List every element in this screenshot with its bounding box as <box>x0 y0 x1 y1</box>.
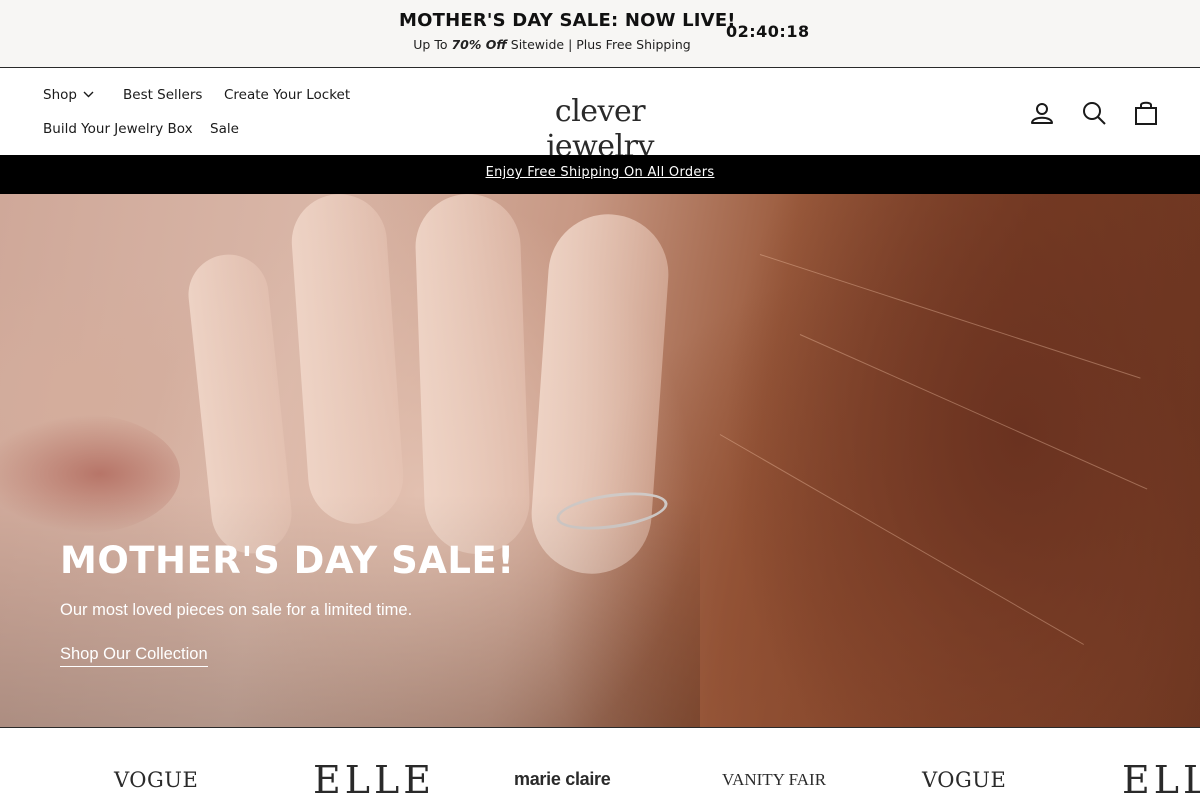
nav-shop[interactable]: Shop <box>43 87 94 103</box>
press-logos-strip: VOGUE ELLE marie claire VANITY FAIR VOGU… <box>0 727 1200 800</box>
nav-best-sellers[interactable]: Best Sellers <box>123 87 202 103</box>
nav-build-jewelry-box[interactable]: Build Your Jewelry Box <box>43 121 193 137</box>
hero-title: MOTHER'S DAY SALE! <box>60 539 515 582</box>
user-icon[interactable] <box>1029 100 1055 126</box>
chevron-down-icon <box>83 86 94 102</box>
announcement-title: MOTHER'S DAY SALE: NOW LIVE! <box>399 10 736 31</box>
hero-banner: MOTHER'S DAY SALE! Our most loved pieces… <box>0 194 1200 727</box>
announcement-subtitle: Up To 70% Off Sitewide | Plus Free Shipp… <box>399 37 705 52</box>
press-logo-vogue: VOGUE <box>922 768 1007 792</box>
press-logo-vogue: VOGUE <box>114 768 199 792</box>
site-header: Shop Best Sellers Create Your Locket Bui… <box>0 68 1200 164</box>
announcement-sub-suffix: Sitewide | Plus Free Shipping <box>506 37 691 52</box>
nav-sale[interactable]: Sale <box>210 121 239 137</box>
hero-image-finger <box>288 194 407 527</box>
nav-shop-label: Shop <box>43 87 77 103</box>
shipping-banner: Enjoy Free Shipping On All Orders <box>0 155 1200 194</box>
hero-image-hair <box>719 434 1084 645</box>
hero-image-hair <box>799 334 1148 490</box>
hero-image-hair <box>759 254 1141 379</box>
shop-collection-link[interactable]: Shop Our Collection <box>60 645 208 667</box>
nav-create-locket[interactable]: Create Your Locket <box>224 87 350 103</box>
press-logo-elle: ELLE <box>1122 758 1200 800</box>
countdown-timer: 02:40:18 <box>726 22 810 41</box>
cart-icon[interactable] <box>1133 100 1159 126</box>
announcement-bar: MOTHER'S DAY SALE: NOW LIVE! Up To 70% O… <box>0 0 1200 68</box>
site-logo[interactable]: clever jewelry <box>505 94 695 164</box>
hero-subtitle: Our most loved pieces on sale for a limi… <box>60 601 413 619</box>
press-logo-vanity-fair: VANITY FAIR <box>722 770 827 789</box>
press-logo-marie-claire: marie claire <box>514 769 611 789</box>
search-icon[interactable] <box>1081 100 1107 126</box>
press-logo-elle: ELLE <box>313 758 435 800</box>
free-shipping-link[interactable]: Enjoy Free Shipping On All Orders <box>0 165 1200 180</box>
announcement-sub-prefix: Up To <box>413 37 452 52</box>
announcement-discount: 70% Off <box>451 37 507 52</box>
